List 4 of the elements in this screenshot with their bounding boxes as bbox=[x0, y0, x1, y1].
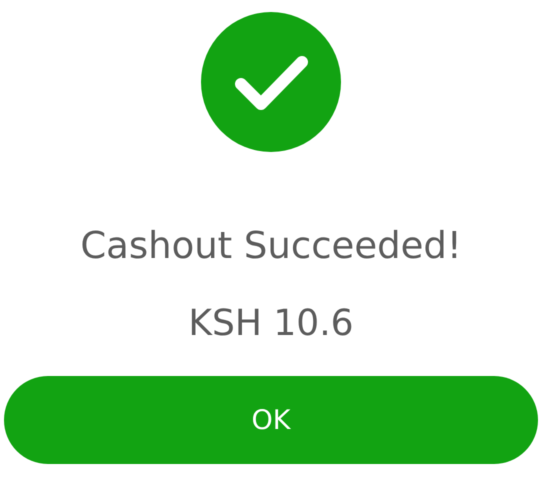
success-check-icon bbox=[201, 12, 341, 152]
amount-text: KSH 10.6 bbox=[188, 302, 354, 346]
ok-button[interactable]: OK bbox=[4, 376, 538, 464]
status-title: Cashout Succeeded! bbox=[80, 224, 462, 268]
